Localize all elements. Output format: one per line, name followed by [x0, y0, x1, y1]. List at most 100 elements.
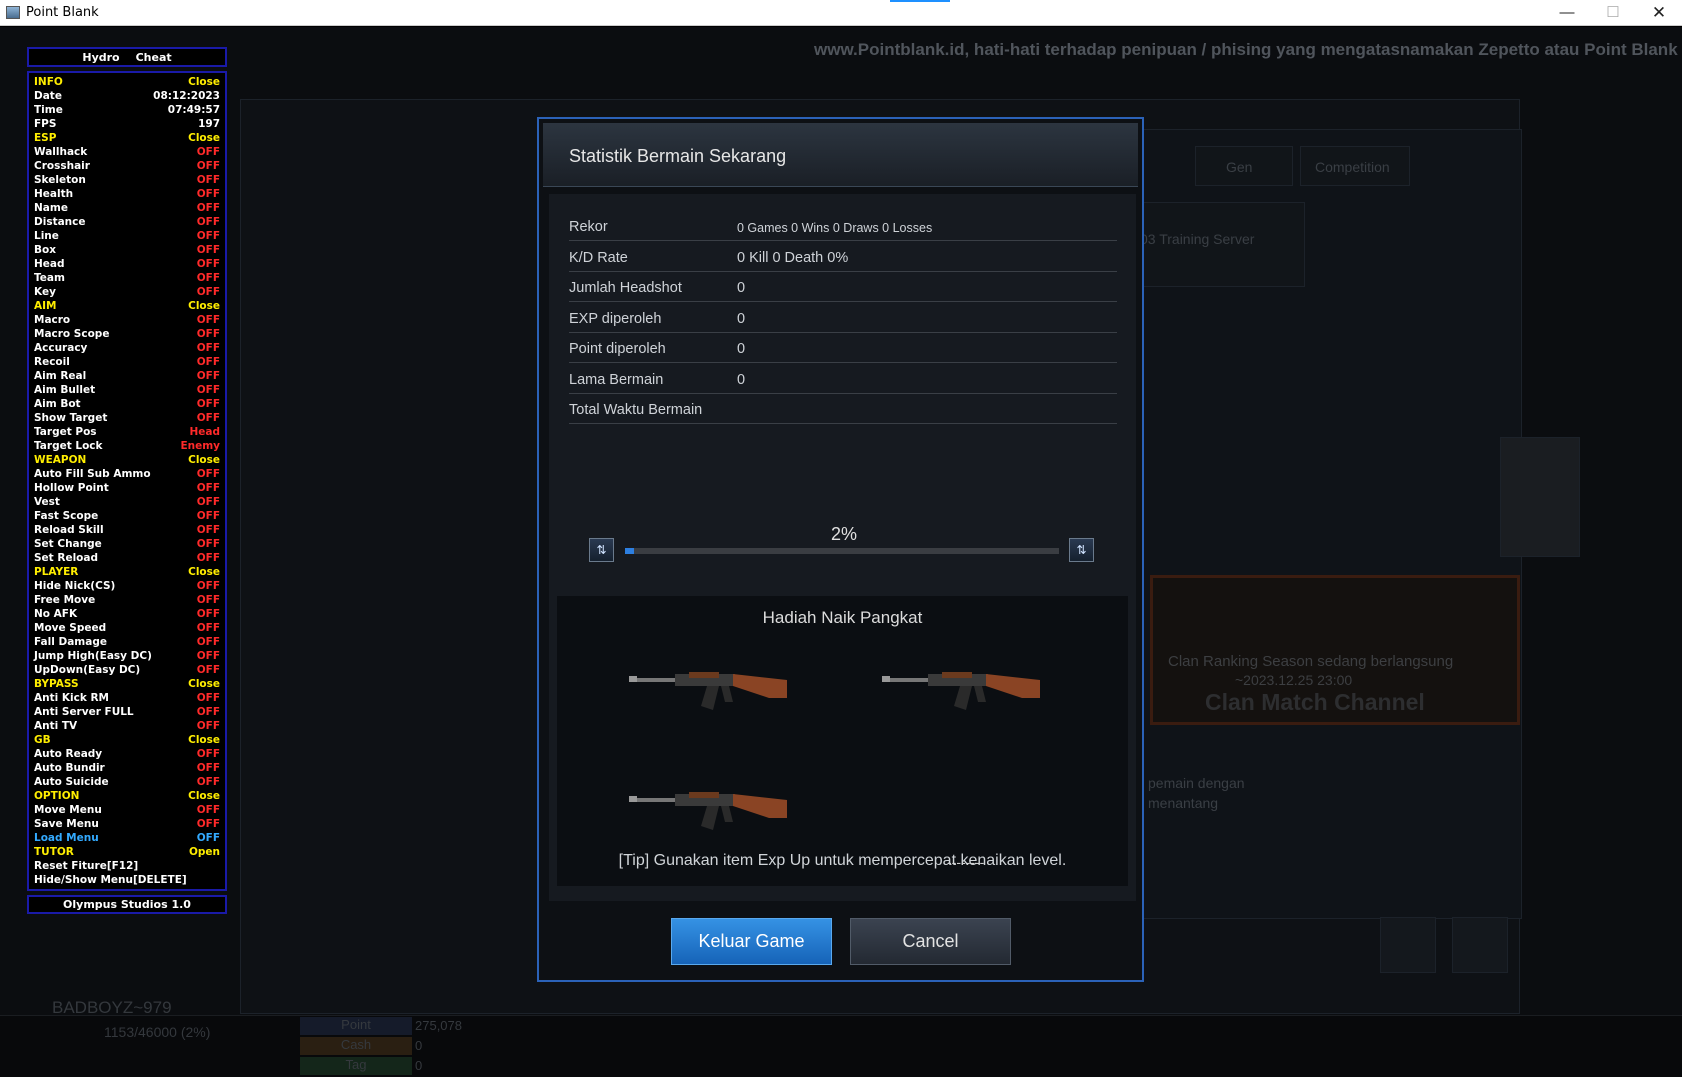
cheat-option-row[interactable]: Box OFF [34, 243, 220, 257]
cheat-option-row[interactable]: Anti Kick RM OFF [34, 691, 220, 705]
cheat-row-label: Set Reload [34, 552, 98, 564]
cheat-section-row[interactable]: BYPASS Close [34, 677, 220, 691]
stat-value-point: 275,078 [415, 1018, 462, 1033]
cheat-row-label: ESP [34, 132, 57, 144]
cheat-section-row[interactable]: AIM Close [34, 299, 220, 313]
bg-tab-gen-label: Gen [1226, 159, 1253, 175]
play-statistics-dialog: Statistik Bermain Sekarang Rekor 0 Games … [537, 117, 1144, 982]
cheat-option-row[interactable]: Recoil OFF [34, 355, 220, 369]
cheat-header-word-2: Cheat [135, 50, 172, 64]
cancel-button[interactable]: Cancel [850, 918, 1011, 965]
cheat-row-value: OFF [196, 202, 220, 214]
cheat-option-row[interactable]: FPS 197 [34, 117, 220, 131]
stat-value: 0 [737, 341, 746, 357]
cheat-option-row[interactable]: Accuracy OFF [34, 341, 220, 355]
cheat-option-row[interactable]: Set Change OFF [34, 537, 220, 551]
cheat-option-row[interactable]: Team OFF [34, 271, 220, 285]
cheat-option-row[interactable]: Reload Skill OFF [34, 523, 220, 537]
cheat-option-row[interactable]: Vest OFF [34, 495, 220, 509]
cheat-menu-list: INFO Close Date 08:12:2023 Time 07:49:57 FPS 19… [27, 71, 227, 891]
cheat-option-row[interactable]: Date 08:12:2023 [34, 89, 220, 103]
bg-tab-competition: Competition [1300, 146, 1410, 186]
cheat-option-row[interactable]: Hide/Show Menu[DELETE] [34, 873, 220, 887]
cheat-option-row[interactable]: Anti TV OFF [34, 719, 220, 733]
cheat-row-label: OPTION [34, 790, 80, 802]
bg-tab-gen: Gen [1195, 146, 1293, 186]
cheat-section-row[interactable]: OPTION Close [34, 789, 220, 803]
rank-down-icon[interactable]: ⇅ [589, 538, 614, 562]
cheat-option-row[interactable]: Aim Real OFF [34, 369, 220, 383]
cheat-section-row[interactable]: WEAPON Close [34, 453, 220, 467]
cheat-option-row[interactable]: Fall Damage OFF [34, 635, 220, 649]
stat-value-cash: 0 [415, 1038, 423, 1053]
cheat-option-row[interactable]: Auto Suicide OFF [34, 775, 220, 789]
cheat-option-row[interactable]: Name OFF [34, 201, 220, 215]
cheat-row-value: OFF [196, 720, 220, 732]
cheat-row-value: OFF [196, 384, 220, 396]
cheat-option-row[interactable]: Crosshair OFF [34, 159, 220, 173]
cheat-option-row[interactable]: Free Move OFF [34, 593, 220, 607]
cheat-option-row[interactable]: Wallhack OFF [34, 145, 220, 159]
cheat-section-row[interactable]: GB Close [34, 733, 220, 747]
cheat-option-row[interactable]: Reset Fiture[F12] [34, 859, 220, 873]
cheat-option-row[interactable]: Key OFF [34, 285, 220, 299]
cheat-option-row[interactable]: Load Menu OFF [34, 831, 220, 845]
stat-row: Total Waktu Bermain [569, 391, 1117, 424]
cheat-section-row[interactable]: INFO Close [34, 75, 220, 89]
window-titlebar: Point Blank — ☐ ✕ [0, 0, 1682, 26]
cheat-row-value: OFF [196, 244, 220, 256]
cheat-option-row[interactable]: Jump High(Easy DC) OFF [34, 649, 220, 663]
cheat-option-row[interactable]: Auto Ready OFF [34, 747, 220, 761]
cheat-option-row[interactable]: Time 07:49:57 [34, 103, 220, 117]
cheat-row-value: Close [188, 790, 220, 802]
rank-progress: 2% ⇅ ⇅ [589, 524, 1099, 564]
cheat-option-row[interactable]: Macro OFF [34, 313, 220, 327]
cheat-row-label: Fast Scope [34, 510, 99, 522]
maximize-icon[interactable]: ☐ [1590, 0, 1636, 26]
cheat-row-label: Date [34, 90, 62, 102]
cheat-option-row[interactable]: Auto Fill Sub Ammo OFF [34, 467, 220, 481]
stat-label-cash: Cash [300, 1037, 412, 1055]
cheat-option-row[interactable]: Save Menu OFF [34, 817, 220, 831]
cheat-row-value: OFF [196, 398, 220, 410]
cheat-option-row[interactable]: Skeleton OFF [34, 173, 220, 187]
cheat-option-row[interactable]: Move Speed OFF [34, 621, 220, 635]
cheat-option-row[interactable]: Macro Scope OFF [34, 327, 220, 341]
cheat-option-row[interactable]: Auto Bundir OFF [34, 761, 220, 775]
stat-label-tag: Tag [300, 1057, 412, 1075]
close-icon[interactable]: ✕ [1636, 0, 1682, 26]
rank-up-icon[interactable]: ⇅ [1069, 538, 1094, 562]
cheat-option-row[interactable]: Move Menu OFF [34, 803, 220, 817]
cheat-option-row[interactable]: Aim Bullet OFF [34, 383, 220, 397]
cheat-option-row[interactable]: Hollow Point OFF [34, 481, 220, 495]
cheat-row-value: OFF [196, 328, 220, 340]
bg-text-a: pemain dengan [1148, 775, 1245, 791]
cheat-option-row[interactable]: Set Reload OFF [34, 551, 220, 565]
cheat-option-row[interactable]: UpDown(Easy DC) OFF [34, 663, 220, 677]
cheat-section-row[interactable]: PLAYER Close [34, 565, 220, 579]
cheat-row-value: Close [188, 300, 220, 312]
cheat-row-value: OFF [196, 342, 220, 354]
cheat-option-row[interactable]: Target Pos Head [34, 425, 220, 439]
cheat-row-label: Aim Bullet [34, 384, 96, 396]
cheat-section-row[interactable]: TUTOR Open [34, 845, 220, 859]
cheat-option-row[interactable]: Head OFF [34, 257, 220, 271]
stat-value: 0 Games 0 Wins 0 Draws 0 Losses [737, 221, 933, 235]
cheat-option-row[interactable]: Target Lock Enemy [34, 439, 220, 453]
cheat-option-row[interactable]: Show Target OFF [34, 411, 220, 425]
minimize-icon[interactable]: — [1544, 0, 1590, 26]
cheat-row-label: Aim Real [34, 370, 87, 382]
cheat-option-row[interactable]: Line OFF [34, 229, 220, 243]
cheat-option-row[interactable]: Fast Scope OFF [34, 509, 220, 523]
cheat-option-row[interactable]: Hide Nick(CS) OFF [34, 579, 220, 593]
cheat-row-value: OFF [196, 818, 220, 830]
cheat-section-row[interactable]: ESP Close [34, 131, 220, 145]
cheat-option-row[interactable]: No AFK OFF [34, 607, 220, 621]
cheat-row-label: Fall Damage [34, 636, 107, 648]
cheat-option-row[interactable]: Distance OFF [34, 215, 220, 229]
stat-value: 0 [737, 280, 746, 296]
cheat-option-row[interactable]: Anti Server FULL OFF [34, 705, 220, 719]
cheat-option-row[interactable]: Aim Bot OFF [34, 397, 220, 411]
cheat-option-row[interactable]: Health OFF [34, 187, 220, 201]
exit-game-button[interactable]: Keluar Game [671, 918, 832, 965]
